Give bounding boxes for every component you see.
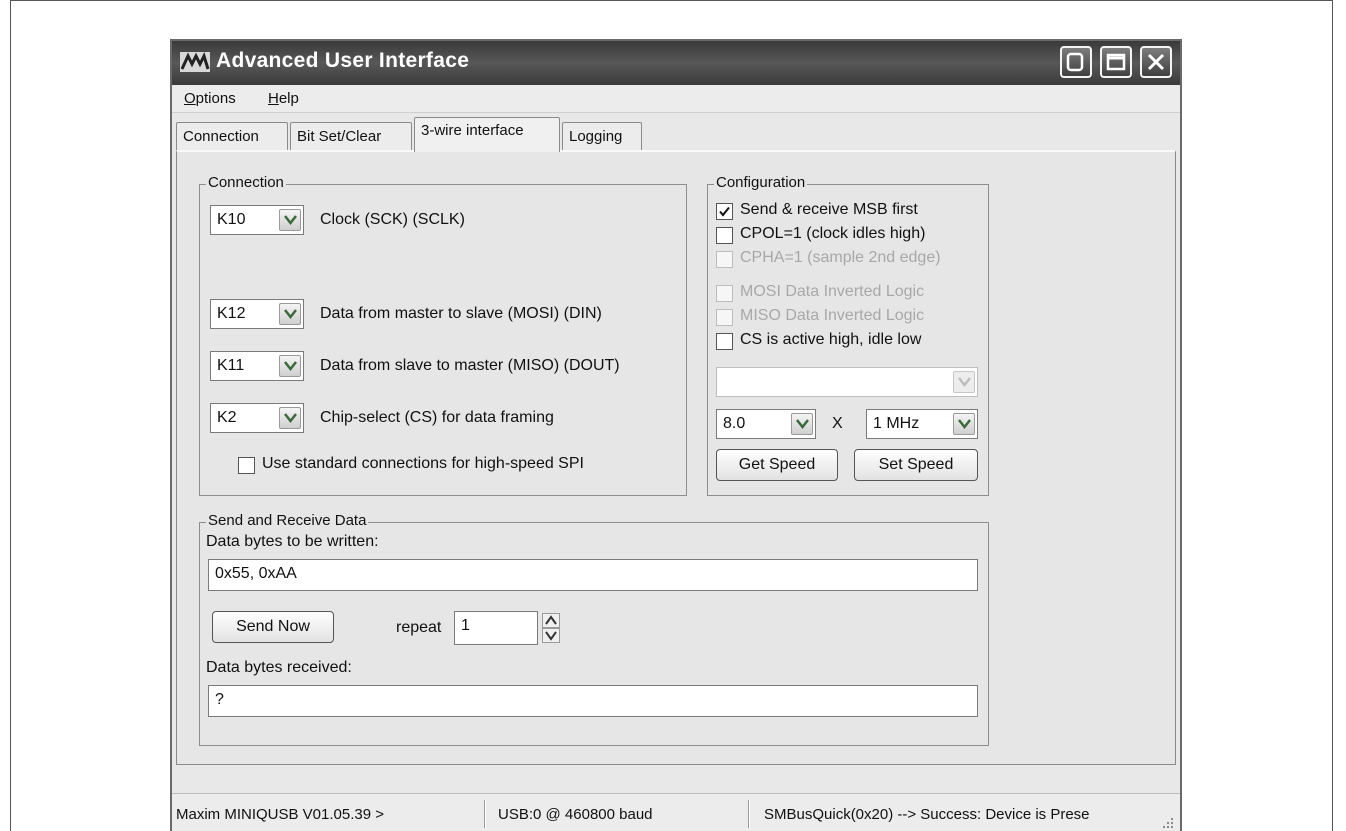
configuration-group: Configuration Send & receive MSB first C… — [707, 174, 989, 496]
tab-bit-set-clear[interactable]: Bit Set/Clear — [290, 122, 412, 150]
tab-panel-3-wire: Connection K10 Clock (SCK) (SCLK) K12 Da… — [176, 150, 1176, 765]
menu-bar: Options Help — [172, 85, 1180, 113]
msb-first-checkbox[interactable] — [716, 203, 733, 220]
mosi-inverted-checkbox[interactable] — [716, 285, 733, 302]
chevron-down-icon — [279, 303, 301, 325]
cpha-label: CPHA=1 (sample 2nd edge) — [740, 249, 941, 266]
miso-pin-label: Data from slave to master (MISO) (DOUT) — [320, 357, 620, 374]
status-port: USB:0 @ 460800 baud — [498, 806, 653, 823]
chevron-down-icon — [791, 413, 813, 435]
chevron-down-icon — [279, 355, 301, 377]
cs-active-high-label: CS is active high, idle low — [740, 331, 922, 348]
minimize-button[interactable] — [1060, 46, 1092, 78]
tab-logging[interactable]: Logging — [562, 122, 642, 150]
miso-inverted-label: MISO Data Inverted Logic — [740, 307, 925, 324]
miso-pin-select[interactable]: K11 — [210, 351, 304, 381]
send-now-button[interactable]: Send Now — [212, 611, 334, 643]
mosi-inverted-label: MOSI Data Inverted Logic — [740, 283, 925, 300]
repeat-input[interactable]: 1 — [454, 611, 538, 645]
menu-help[interactable]: Help — [268, 90, 299, 107]
resize-grip-icon[interactable] — [1160, 815, 1174, 829]
status-device: Maxim MINIQUSB V01.05.39 > — [176, 806, 384, 823]
title-bar[interactable]: Advanced User Interface — [172, 41, 1180, 85]
connection-group-title: Connection — [206, 174, 286, 191]
clock-pin-select[interactable]: K10 — [210, 205, 304, 235]
chevron-down-icon — [953, 371, 975, 393]
mosi-pin-label: Data from master to slave (MOSI) (DIN) — [320, 305, 602, 322]
clock-pin-label: Clock (SCK) (SCLK) — [320, 211, 465, 228]
speed-unit-select[interactable]: 1 MHz — [866, 409, 978, 439]
write-bytes-label: Data bytes to be written: — [206, 533, 379, 550]
close-icon — [1147, 53, 1165, 71]
chevron-down-icon — [279, 209, 301, 231]
status-separator — [748, 800, 750, 828]
mode-select[interactable] — [716, 367, 978, 397]
get-speed-button[interactable]: Get Speed — [716, 449, 838, 481]
cs-active-high-checkbox[interactable] — [716, 333, 733, 350]
minimize-icon — [1066, 52, 1084, 72]
send-receive-group: Send and Receive Data Data bytes to be w… — [199, 512, 989, 746]
connection-group: Connection K10 Clock (SCK) (SCLK) K12 Da… — [199, 174, 687, 496]
miso-inverted-checkbox[interactable] — [716, 309, 733, 326]
std-connections-label: Use standard connections for high-speed … — [262, 455, 584, 472]
tab-3-wire-interface[interactable]: 3-wire interface — [414, 117, 560, 152]
std-connections-checkbox[interactable] — [238, 457, 255, 474]
maximize-icon — [1106, 53, 1126, 71]
status-bar: Maxim MINIQUSB V01.05.39 > USB:0 @ 46080… — [172, 793, 1180, 831]
received-bytes-label: Data bytes received: — [206, 659, 352, 676]
set-speed-button[interactable]: Set Speed — [854, 449, 978, 481]
cs-pin-select[interactable]: K2 — [210, 403, 304, 433]
chevron-down-icon — [953, 413, 975, 435]
times-label: X — [832, 415, 843, 432]
configuration-group-title: Configuration — [714, 174, 808, 191]
cpol-checkbox[interactable] — [716, 227, 733, 244]
cpol-label: CPOL=1 (clock idles high) — [740, 225, 926, 242]
speed-multiplier-select[interactable]: 8.0 — [716, 409, 816, 439]
window-title: Advanced User Interface — [216, 49, 470, 72]
mosi-pin-select[interactable]: K12 — [210, 299, 304, 329]
up-down-arrows-icon — [542, 613, 560, 643]
chevron-down-icon — [279, 407, 301, 429]
status-separator — [484, 800, 486, 828]
repeat-spinner[interactable] — [542, 613, 560, 643]
write-bytes-input[interactable]: 0x55, 0xAA — [208, 559, 978, 591]
received-bytes-field[interactable]: ? — [208, 685, 978, 717]
app-window: Advanced User Interface Options Help Con… — [170, 39, 1182, 831]
menu-options[interactable]: Options — [184, 90, 236, 107]
status-message: SMBusQuick(0x20) --> Success: Device is … — [764, 806, 1090, 823]
maxim-logo-icon — [180, 52, 210, 72]
repeat-label: repeat — [396, 619, 442, 636]
maximize-button[interactable] — [1100, 46, 1132, 78]
cpha-checkbox[interactable] — [716, 251, 733, 268]
tab-connection[interactable]: Connection — [176, 122, 288, 150]
close-button[interactable] — [1140, 46, 1172, 78]
cs-pin-label: Chip-select (CS) for data framing — [320, 409, 554, 426]
checkmark-icon — [719, 206, 730, 217]
msb-first-label: Send & receive MSB first — [740, 201, 918, 218]
send-receive-group-title: Send and Receive Data — [206, 512, 369, 529]
